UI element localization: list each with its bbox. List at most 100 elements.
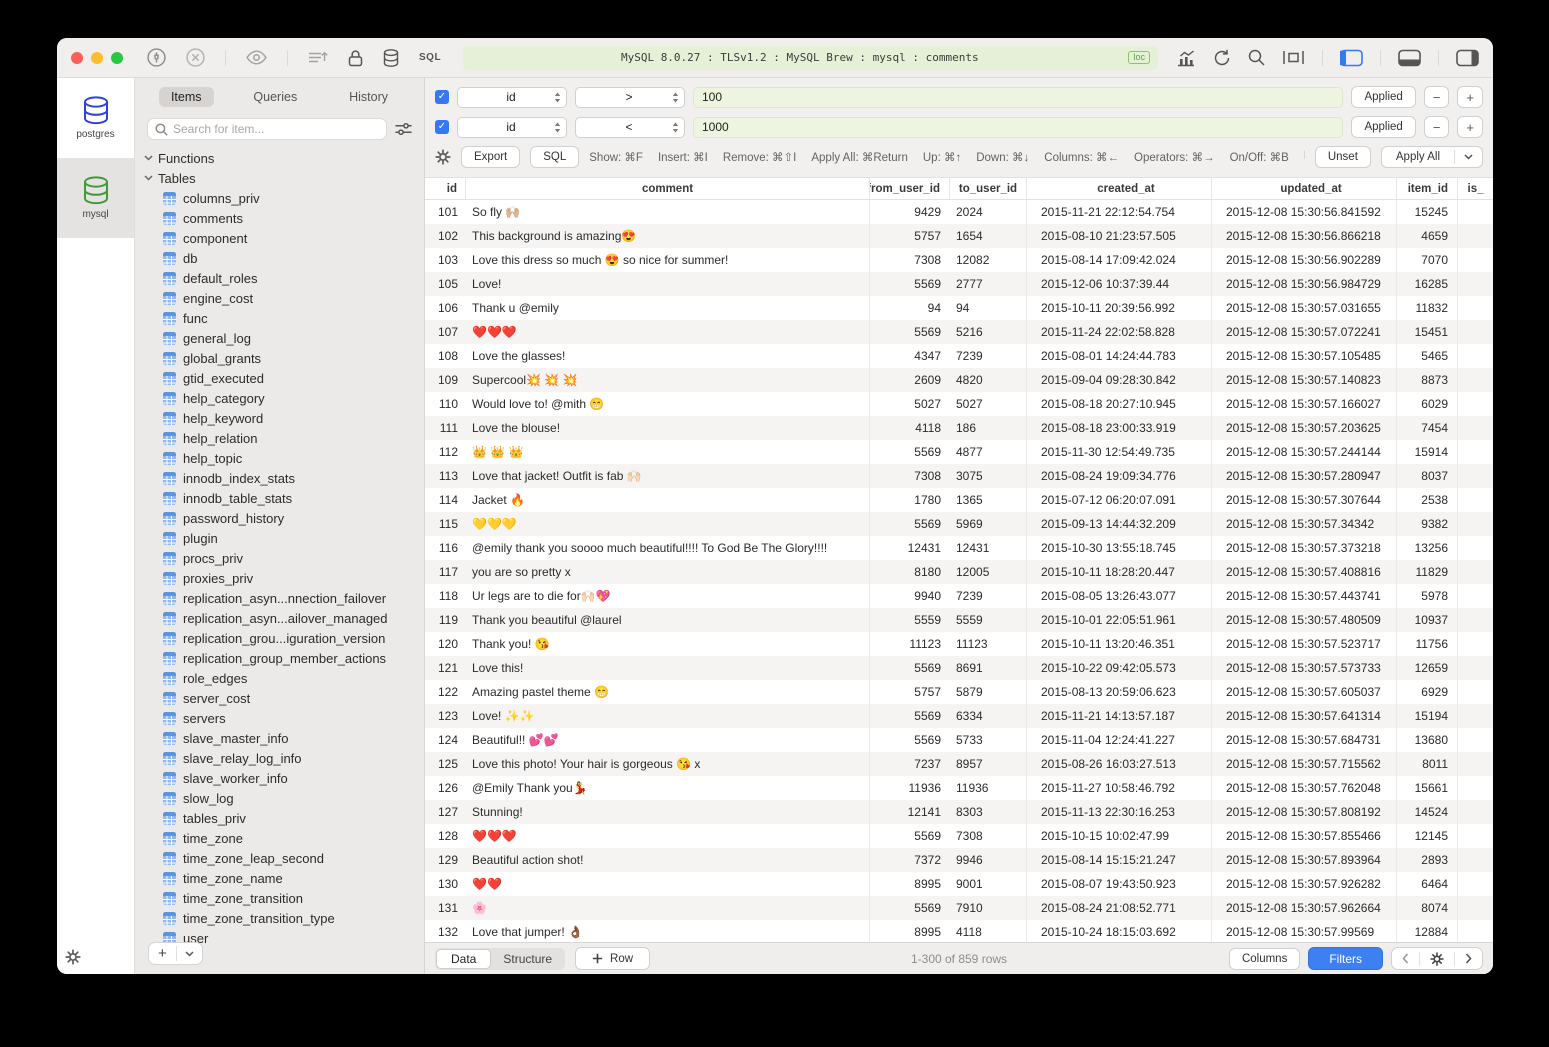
filter-operator-select[interactable]: > — [575, 87, 685, 108]
cell-created_at[interactable]: 2015-08-05 13:26:43.077 — [1027, 584, 1212, 608]
cell-id[interactable]: 119 — [425, 608, 466, 632]
cell-to_user_id[interactable]: 12431 — [950, 536, 1027, 560]
cell-is_[interactable] — [1458, 560, 1493, 584]
cell-is_[interactable] — [1458, 200, 1493, 224]
cell-created_at[interactable]: 2015-10-11 20:39:56.992 — [1027, 296, 1212, 320]
cell-item_id[interactable]: 15194 — [1397, 704, 1458, 728]
cell-created_at[interactable]: 2015-11-21 14:13:57.187 — [1027, 704, 1212, 728]
cell-item_id[interactable]: 8873 — [1397, 368, 1458, 392]
table-row[interactable]: 111Love the blouse!41181862015-08-18 23:… — [425, 416, 1493, 440]
table-row[interactable]: 127Stunning!1214183032015-11-13 22:30:16… — [425, 800, 1493, 824]
cell-from_user_id[interactable]: 5569 — [870, 824, 950, 848]
table-item-gtid_executed[interactable]: gtid_executed — [135, 368, 424, 388]
cell-comment[interactable]: ❤️❤️❤️ — [466, 824, 870, 848]
cell-id[interactable]: 123 — [425, 704, 466, 728]
add-row-button[interactable]: Row — [575, 947, 650, 970]
refresh-icon[interactable] — [1213, 49, 1231, 67]
cell-to_user_id[interactable]: 12005 — [950, 560, 1027, 584]
cell-from_user_id[interactable]: 11936 — [870, 776, 950, 800]
settings-gear-icon[interactable] — [435, 149, 451, 165]
cell-to_user_id[interactable]: 2777 — [950, 272, 1027, 296]
commit-list-icon[interactable] — [308, 50, 328, 65]
cell-updated_at[interactable]: 2015-12-08 15:30:56.866218 — [1212, 224, 1397, 248]
cell-to_user_id[interactable]: 5559 — [950, 608, 1027, 632]
cell-created_at[interactable]: 2015-08-07 19:43:50.923 — [1027, 872, 1212, 896]
cell-from_user_id[interactable]: 12141 — [870, 800, 950, 824]
cell-updated_at[interactable]: 2015-12-08 15:30:57.443741 — [1212, 584, 1397, 608]
cell-to_user_id[interactable]: 1654 — [950, 224, 1027, 248]
cell-is_[interactable] — [1458, 896, 1493, 920]
table-item-func[interactable]: func — [135, 308, 424, 328]
cell-comment[interactable]: 👑 👑 👑 — [466, 440, 870, 464]
cell-comment[interactable]: Thank u @emily — [466, 296, 870, 320]
cell-item_id[interactable]: 4659 — [1397, 224, 1458, 248]
cell-updated_at[interactable]: 2015-12-08 15:30:57.962664 — [1212, 896, 1397, 920]
table-row[interactable]: 131🌸556979102015-08-24 21:08:52.7712015-… — [425, 896, 1493, 920]
cell-to_user_id[interactable]: 94 — [950, 296, 1027, 320]
cell-item_id[interactable]: 6464 — [1397, 872, 1458, 896]
cell-comment[interactable]: Thank you beautiful @laurel — [466, 608, 870, 632]
table-row[interactable]: 124Beautiful!! 💕💕556957332015-11-04 12:2… — [425, 728, 1493, 752]
item-search-field[interactable] — [147, 118, 387, 140]
cell-item_id[interactable]: 6029 — [1397, 392, 1458, 416]
cell-is_[interactable] — [1458, 704, 1493, 728]
cell-from_user_id[interactable]: 5569 — [870, 440, 950, 464]
cell-created_at[interactable]: 2015-09-04 09:28:30.842 — [1027, 368, 1212, 392]
cell-from_user_id[interactable]: 5569 — [870, 728, 950, 752]
cell-item_id[interactable]: 11829 — [1397, 560, 1458, 584]
structure-tab[interactable]: Structure — [491, 950, 564, 968]
cell-from_user_id[interactable]: 8995 — [870, 920, 950, 942]
cell-id[interactable]: 127 — [425, 800, 466, 824]
tab-queries[interactable]: Queries — [241, 87, 309, 107]
table-item-comments[interactable]: comments — [135, 208, 424, 228]
table-row[interactable]: 107❤️❤️❤️556952162015-11-24 22:02:58.828… — [425, 320, 1493, 344]
table-row[interactable]: 109Supercool💥 💥 💥260948202015-09-04 09:2… — [425, 368, 1493, 392]
table-item-plugin[interactable]: plugin — [135, 528, 424, 548]
table-item-tables_priv[interactable]: tables_priv — [135, 808, 424, 828]
filter-column-select[interactable]: id — [457, 87, 567, 108]
cell-from_user_id[interactable]: 7372 — [870, 848, 950, 872]
cell-created_at[interactable]: 2015-11-13 22:30:16.253 — [1027, 800, 1212, 824]
cell-created_at[interactable]: 2015-10-22 09:42:05.573 — [1027, 656, 1212, 680]
cell-to_user_id[interactable]: 7308 — [950, 824, 1027, 848]
cell-created_at[interactable]: 2015-11-27 10:58:46.792 — [1027, 776, 1212, 800]
table-item-help_topic[interactable]: help_topic — [135, 448, 424, 468]
cell-item_id[interactable]: 13256 — [1397, 536, 1458, 560]
table-row[interactable]: 130❤️❤️899590012015-08-07 19:43:50.92320… — [425, 872, 1493, 896]
table-item-db[interactable]: db — [135, 248, 424, 268]
cell-id[interactable]: 103 — [425, 248, 466, 272]
cell-updated_at[interactable]: 2015-12-08 15:30:57.480509 — [1212, 608, 1397, 632]
previous-page-icon[interactable] — [1392, 953, 1419, 964]
tab-history[interactable]: History — [337, 87, 400, 107]
column-header-updated_at[interactable]: updated_at — [1212, 178, 1397, 199]
table-row[interactable]: 114Jacket 🔥178013652015-07-12 06:20:07.0… — [425, 488, 1493, 512]
cell-is_[interactable] — [1458, 800, 1493, 824]
table-item-procs_priv[interactable]: procs_priv — [135, 548, 424, 568]
table-item-time_zone_name[interactable]: time_zone_name — [135, 868, 424, 888]
cell-created_at[interactable]: 2015-10-15 10:02:47.99 — [1027, 824, 1212, 848]
cell-id[interactable]: 101 — [425, 200, 466, 224]
filter-settings-icon[interactable] — [395, 122, 412, 136]
cell-to_user_id[interactable]: 5733 — [950, 728, 1027, 752]
close-window-button[interactable] — [71, 52, 83, 64]
cell-comment[interactable]: @emily thank you soooo much beautiful!!!… — [466, 536, 870, 560]
table-item-role_edges[interactable]: role_edges — [135, 668, 424, 688]
cell-created_at[interactable]: 2015-08-24 21:08:52.771 — [1027, 896, 1212, 920]
cell-comment[interactable]: So fly 🙌🏼 — [466, 200, 870, 224]
cell-to_user_id[interactable]: 12082 — [950, 248, 1027, 272]
table-item-default_roles[interactable]: default_roles — [135, 268, 424, 288]
sql-button[interactable]: SQL — [530, 146, 579, 168]
table-row[interactable]: 118Ur legs are to die for🙌🏻💖994072392015… — [425, 584, 1493, 608]
cell-from_user_id[interactable]: 5569 — [870, 320, 950, 344]
connect-icon[interactable] — [147, 48, 166, 67]
cell-updated_at[interactable]: 2015-12-08 15:30:57.684731 — [1212, 728, 1397, 752]
cell-comment[interactable]: 🌸 — [466, 896, 870, 920]
column-header-is_[interactable]: is_ — [1458, 178, 1493, 199]
cell-updated_at[interactable]: 2015-12-08 15:30:57.031655 — [1212, 296, 1397, 320]
sql-editor-icon[interactable]: SQL — [419, 52, 441, 63]
cell-updated_at[interactable]: 2015-12-08 15:30:56.841592 — [1212, 200, 1397, 224]
cell-from_user_id[interactable]: 5027 — [870, 392, 950, 416]
table-row[interactable]: 119Thank you beautiful @laurel5559555920… — [425, 608, 1493, 632]
cell-to_user_id[interactable]: 9001 — [950, 872, 1027, 896]
cell-is_[interactable] — [1458, 728, 1493, 752]
